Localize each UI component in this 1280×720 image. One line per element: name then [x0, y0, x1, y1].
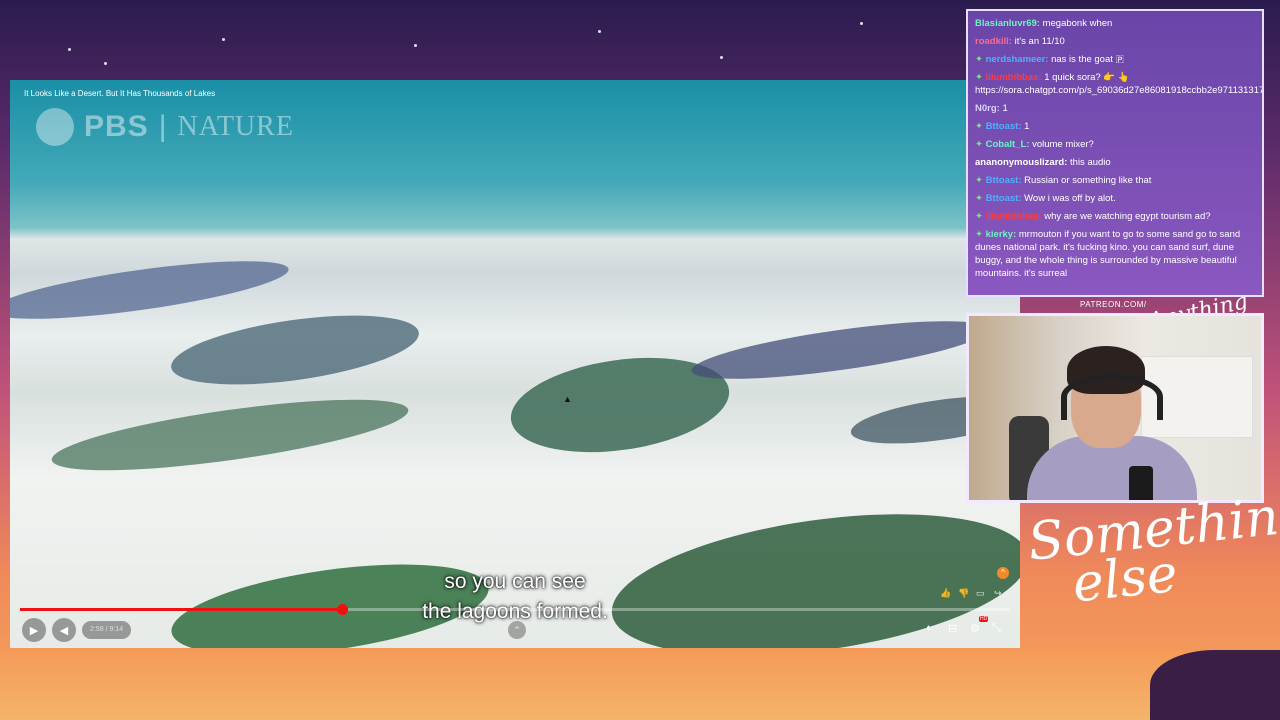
star — [720, 56, 723, 59]
star — [860, 22, 863, 25]
chat-message: N0rg: 1 — [975, 102, 1255, 115]
chat-message: Blasianluvr69: megabonk when — [975, 17, 1255, 30]
video-player[interactable]: It Looks Like a Desert. But It Has Thous… — [10, 80, 1020, 648]
chat-username[interactable]: lilumbibbas: — [986, 211, 1045, 222]
chat-text: 1 — [1024, 121, 1030, 132]
chat-message: ✦ nerdshameer: nas is the goat 🇵 — [975, 53, 1255, 66]
chat-username[interactable]: Cobalt_L: — [986, 139, 1032, 150]
share-icon[interactable]: ↪ — [994, 588, 1002, 599]
sub-badge-icon: ✦ — [975, 229, 986, 240]
palm-silhouette — [1150, 650, 1280, 720]
chat-message: ✦ lilumbibbas: why are we watching egypt… — [975, 210, 1255, 223]
pbs-nature-logo: PBS | NATURE — [36, 108, 294, 146]
webcam-feed — [966, 313, 1264, 503]
desert-ground — [0, 650, 1280, 720]
lagoon — [10, 249, 292, 331]
chat-username[interactable]: lilumbibbas: — [986, 72, 1045, 83]
sub-badge-icon: ✦ — [975, 72, 986, 83]
dislike-icon[interactable]: 👎 — [958, 588, 969, 599]
chat-username[interactable]: kierky: — [986, 229, 1019, 240]
fullscreen-icon[interactable]: ⤡ — [992, 622, 1001, 635]
microphone-icon — [1129, 466, 1153, 500]
alert-up-icon[interactable]: ^ — [997, 567, 1009, 579]
chat-username[interactable]: roadkill: — [975, 36, 1015, 47]
progress-scrubber[interactable] — [336, 604, 348, 615]
settings-icon[interactable]: ⚙ — [970, 622, 980, 635]
progress-bar[interactable] — [20, 604, 1010, 615]
sub-badge-icon: ✦ — [975, 139, 986, 150]
sub-badge-icon: ✦ — [975, 175, 986, 186]
caption-line-1: so you can see — [444, 570, 586, 593]
time-display: 2:58 / 9:14 — [82, 621, 132, 639]
lagoon — [688, 309, 992, 391]
star — [68, 48, 71, 51]
lagoon — [165, 548, 495, 648]
chat-message: ✦ lilumbibbas: 1 quick sora? 👉 👆 https:/… — [975, 71, 1262, 97]
chevron-up-icon[interactable]: ⌃ — [508, 621, 526, 639]
sub-badge-icon: ✦ — [975, 121, 986, 132]
sub-badge-icon: ✦ — [975, 54, 986, 65]
sub-badge-icon: ✦ — [975, 193, 986, 204]
logo-separator: | — [158, 110, 168, 143]
chat-panel: Blasianluvr69: megabonk when roadkill: it… — [966, 9, 1264, 297]
video-title[interactable]: It Looks Like a Desert. But It Has Thous… — [24, 89, 215, 98]
like-icon[interactable]: 👍 — [940, 588, 951, 599]
chat-text: Russian or something like that — [1024, 175, 1152, 186]
chat-text: nas is the goat 🇵 — [1051, 54, 1124, 65]
chat-text: it's an 11/10 — [1014, 36, 1065, 47]
chat-username[interactable]: nerdshameer: — [986, 54, 1051, 65]
hd-badge: HD — [979, 616, 989, 622]
chat-message: ✦ kierky: mrmouton if you want to go to … — [975, 228, 1255, 280]
volume-button[interactable]: ◀ — [52, 618, 76, 642]
pbs-head-icon — [36, 108, 74, 146]
chat-username[interactable]: Blasianluvr69: — [975, 18, 1043, 29]
chat-text: Wow i was off by alot. — [1024, 193, 1116, 204]
play-button[interactable]: ▶ — [22, 618, 46, 642]
star — [598, 30, 601, 33]
chat-text: megabonk when — [1042, 18, 1113, 29]
chat-username[interactable]: Bttoast: — [986, 193, 1025, 204]
chat-message: roadkill: it's an 11/10 — [975, 35, 1255, 48]
headset-icon — [1061, 374, 1163, 420]
star — [104, 62, 107, 65]
something-else-logo: Something else — [1025, 483, 1280, 614]
chat-username[interactable]: Bttoast: — [986, 121, 1025, 132]
chat-username[interactable]: ananonymouslizard: — [975, 157, 1070, 168]
chat-username[interactable]: Bttoast: — [986, 175, 1025, 186]
pbs-brand: PBS — [84, 110, 149, 143]
autoplay-toggle-icon[interactable]: ◐ — [926, 622, 933, 634]
chat-message: ananonymouslizard: this audio — [975, 156, 1255, 169]
subtitles-icon[interactable]: ⊟ — [948, 622, 957, 635]
chat-username[interactable]: N0rg: — [975, 103, 1002, 114]
mouse-cursor-icon: ▲ — [563, 394, 572, 404]
chat-message: ✦ Cobalt_L: volume mixer? — [975, 138, 1255, 151]
lagoon — [48, 385, 412, 485]
chat-message: ✦ Bttoast: Russian or something like tha… — [975, 174, 1255, 187]
chat-text: why are we watching egypt tourism ad? — [1044, 211, 1211, 222]
progress-fill — [20, 608, 342, 611]
chat-text: 1 — [1002, 103, 1008, 114]
comment-icon[interactable]: ▭ — [976, 588, 985, 599]
chat-text: volume mixer? — [1032, 139, 1094, 150]
chat-message: ✦ Bttoast: Wow i was off by alot. — [975, 192, 1255, 205]
star — [222, 38, 225, 41]
sub-badge-icon: ✦ — [975, 211, 986, 222]
channel-name: NATURE — [177, 111, 294, 142]
lagoon — [167, 302, 423, 398]
chat-text: this audio — [1070, 157, 1111, 168]
chat-message: ✦ Bttoast: 1 — [975, 120, 1255, 133]
patreon-link: PATREON.COM/ — [1080, 300, 1147, 309]
star — [414, 44, 417, 47]
